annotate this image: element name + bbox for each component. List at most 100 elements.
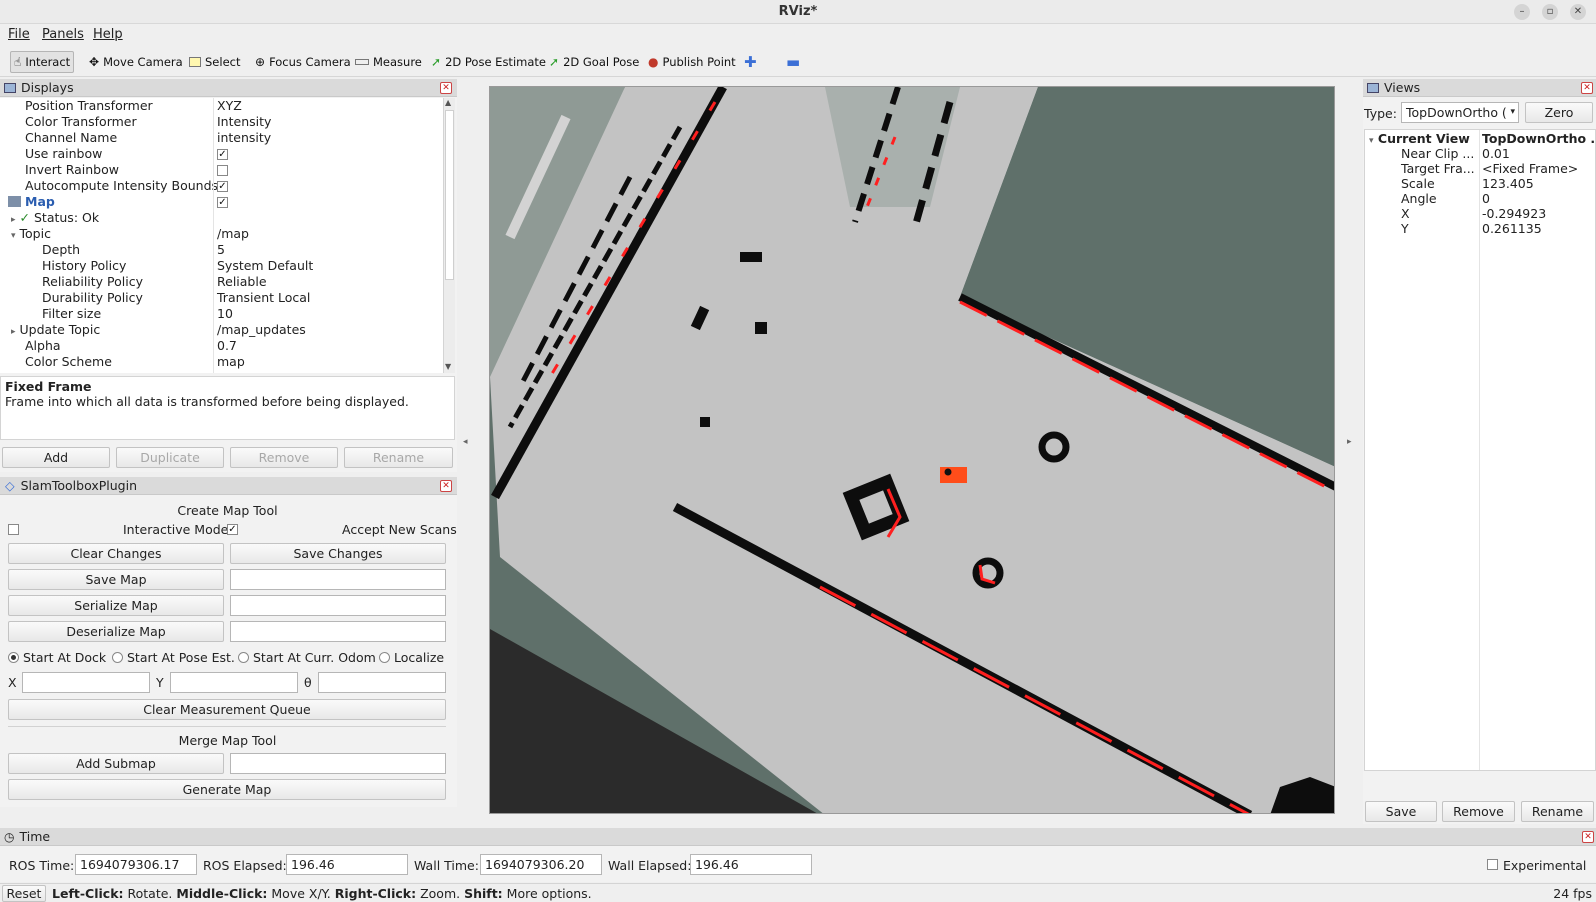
view-prop-value[interactable]: 0.01 [1482, 146, 1510, 162]
tree-row-value[interactable]: 0.7 [217, 338, 237, 354]
collapse-arrow-icon[interactable]: ▾ [1369, 136, 1374, 146]
ros-time-field[interactable]: 1694079306.17 [75, 854, 197, 875]
scrollbar-thumb[interactable] [445, 110, 454, 280]
move-camera-tool[interactable]: ✥ Move Camera [86, 51, 186, 73]
reset-button[interactable]: Reset [2, 885, 46, 902]
experimental-checkbox[interactable] [1487, 859, 1498, 870]
tree-row-value[interactable]: XYZ [217, 98, 242, 114]
column-divider [1479, 130, 1480, 770]
wall-time-field[interactable]: 1694079306.20 [480, 854, 602, 875]
save-map-name-field[interactable] [230, 569, 446, 590]
y-field[interactable] [170, 672, 298, 693]
serialize-map-button[interactable]: Serialize Map [8, 595, 224, 616]
deserialize-map-button[interactable]: Deserialize Map [8, 621, 224, 642]
add-tool-icon[interactable]: ✚ [741, 51, 760, 73]
save-view-button[interactable]: Save [1365, 801, 1437, 822]
deserialize-map-field[interactable] [230, 621, 446, 642]
view-prop-value[interactable]: -0.294923 [1482, 206, 1546, 222]
minimize-icon[interactable]: – [1514, 4, 1530, 20]
theta-field[interactable] [318, 672, 446, 693]
x-field[interactable] [22, 672, 150, 693]
close-icon[interactable]: ✕ [1582, 831, 1594, 843]
update-topic-row[interactable]: ▸ Update Topic [11, 322, 100, 338]
rename-view-button[interactable]: Rename [1521, 801, 1594, 822]
start-at-pose-radio[interactable]: Start At Pose Est. [112, 650, 235, 665]
expand-arrow-icon[interactable]: ▸ [11, 215, 16, 225]
start-at-dock-radio[interactable]: Start At Dock [8, 650, 106, 665]
tree-row-value[interactable]: map [217, 354, 245, 370]
ros-elapsed-field[interactable]: 196.46 [286, 854, 408, 875]
start-at-odom-radio[interactable]: Start At Curr. Odom [238, 650, 376, 665]
pose-estimate-tool[interactable]: ➚ 2D Pose Estimate [428, 51, 549, 73]
view-prop-value[interactable]: <Fixed Frame> [1482, 161, 1578, 177]
map-display-row[interactable]: Map [8, 194, 55, 210]
current-view-row[interactable]: ▾ Current View [1369, 131, 1470, 147]
clear-measurement-queue-button[interactable]: Clear Measurement Queue [8, 699, 446, 720]
publish-point-tool[interactable]: ● Publish Point [645, 51, 739, 73]
close-icon[interactable]: ✕ [440, 82, 452, 94]
zero-button[interactable]: Zero [1525, 102, 1593, 123]
clear-changes-button[interactable]: Clear Changes [8, 543, 224, 564]
save-changes-button[interactable]: Save Changes [230, 543, 446, 564]
menu-panels[interactable]: Panels [42, 27, 84, 42]
focus-camera-tool[interactable]: ⊕ Focus Camera [252, 51, 354, 73]
radio-unselected[interactable] [379, 652, 390, 663]
menu-file[interactable]: File [8, 27, 30, 42]
remove-tool-icon[interactable]: ▬ [783, 51, 803, 73]
menu-help[interactable]: Help [93, 27, 123, 42]
expand-arrow-icon[interactable]: ▸ [11, 327, 16, 337]
close-icon[interactable]: ✕ [1581, 82, 1593, 94]
occupancy-map[interactable] [490, 87, 1335, 814]
add-submap-button[interactable]: Add Submap [8, 753, 224, 774]
status-row[interactable]: ▸ ✓ Status: Ok [11, 210, 99, 226]
view-type-select[interactable]: TopDownOrtho (▾ [1401, 102, 1519, 123]
render-view[interactable] [489, 86, 1335, 814]
tree-row-value[interactable]: System Default [217, 258, 313, 274]
radio-selected[interactable] [8, 652, 19, 663]
invert-rainbow-checkbox[interactable] [217, 165, 228, 176]
radio-unselected[interactable] [112, 652, 123, 663]
remove-view-button[interactable]: Remove [1442, 801, 1515, 822]
tree-row-value[interactable]: 10 [217, 306, 233, 322]
tree-row-value[interactable]: Reliable [217, 274, 267, 290]
generate-map-button[interactable]: Generate Map [8, 779, 446, 800]
radio-unselected[interactable] [238, 652, 249, 663]
tree-row-value[interactable]: /map_updates [217, 322, 306, 338]
left-checkbox[interactable] [8, 524, 19, 535]
add-display-button[interactable]: Add [2, 447, 110, 468]
scroll-down-icon[interactable]: ▼ [445, 362, 451, 371]
wall-elapsed-field[interactable]: 196.46 [690, 854, 812, 875]
tree-row-value[interactable]: 5 [217, 242, 225, 258]
collapse-right-icon[interactable]: ▸ [1347, 437, 1352, 447]
view-prop-value[interactable]: 123.405 [1482, 176, 1534, 192]
map-enabled-checkbox[interactable]: ✓ [217, 197, 228, 208]
measure-tool[interactable]: Measure [352, 51, 425, 73]
collapse-left-icon[interactable]: ◂ [463, 437, 468, 447]
rename-display-button[interactable]: Rename [344, 447, 453, 468]
interact-tool[interactable]: ☝ Interact [10, 51, 75, 73]
tree-row-value[interactable]: /map [217, 226, 249, 242]
interactive-mode-checkbox[interactable]: ✓ [227, 524, 238, 535]
tree-row-value[interactable]: Intensity [217, 114, 271, 130]
serialize-map-field[interactable] [230, 595, 446, 616]
localize-radio[interactable]: Localize [379, 650, 444, 665]
close-icon[interactable]: ✕ [440, 480, 452, 492]
collapse-arrow-icon[interactable]: ▾ [11, 231, 16, 241]
use-rainbow-checkbox[interactable]: ✓ [217, 149, 228, 160]
close-window-icon[interactable]: ✕ [1570, 4, 1586, 20]
remove-display-button[interactable]: Remove [230, 447, 338, 468]
select-tool[interactable]: Select [186, 51, 243, 73]
displays-scrollbar[interactable]: ▲ ▼ [443, 98, 455, 373]
tree-row-value[interactable]: Transient Local [217, 290, 310, 306]
scroll-up-icon[interactable]: ▲ [445, 98, 451, 107]
tree-row-value[interactable]: intensity [217, 130, 271, 146]
view-prop-value[interactable]: 0.261135 [1482, 221, 1542, 237]
topic-row[interactable]: ▾ Topic [11, 226, 51, 242]
submap-field[interactable] [230, 753, 446, 774]
autocompute-bounds-checkbox[interactable]: ✓ [217, 181, 228, 192]
view-prop-value[interactable]: 0 [1482, 191, 1490, 207]
save-map-button[interactable]: Save Map [8, 569, 224, 590]
duplicate-display-button[interactable]: Duplicate [116, 447, 224, 468]
maximize-icon[interactable]: ▫ [1542, 4, 1558, 20]
goal-pose-tool[interactable]: ➚ 2D Goal Pose [546, 51, 642, 73]
